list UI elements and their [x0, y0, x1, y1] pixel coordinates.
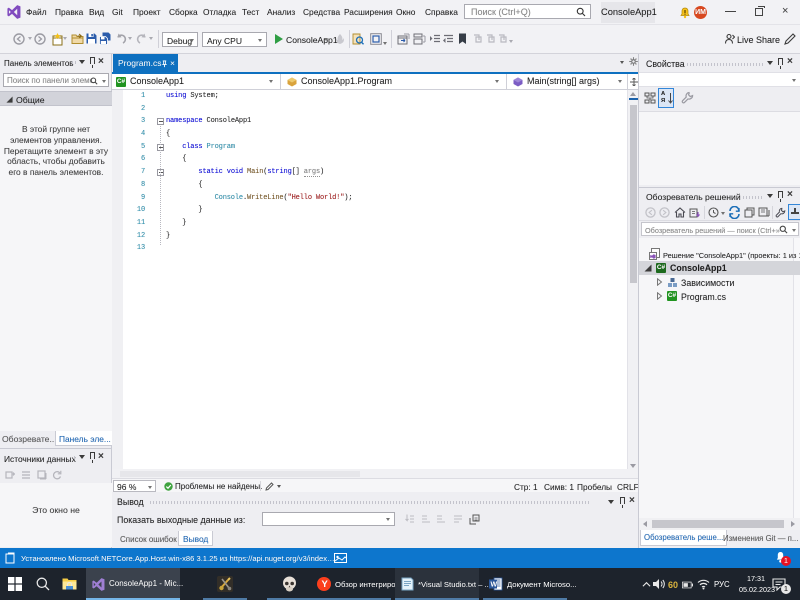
- svg-text:W: W: [491, 582, 498, 589]
